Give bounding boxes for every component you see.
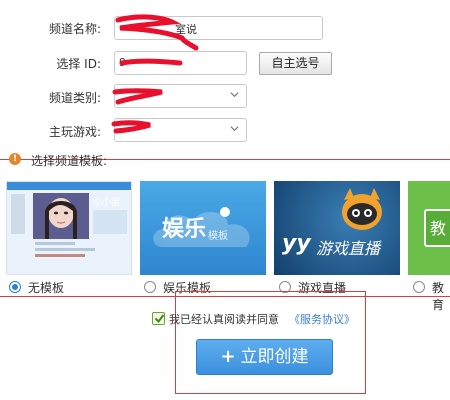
- service-agreement-link[interactable]: 《服务协议》: [289, 311, 355, 327]
- select-id-input[interactable]: 9: [114, 51, 247, 75]
- select-id-value: 9: [119, 56, 126, 69]
- thumb-caption: 小小蛋: [93, 198, 121, 208]
- channel-name-value: 室说: [175, 23, 197, 36]
- template-label-entertainment: 娱乐模板: [163, 281, 212, 295]
- select-id-label: 选择 ID:: [56, 57, 101, 71]
- chevron-down-icon: [230, 126, 239, 132]
- thumb-title: 娱乐: [162, 217, 207, 242]
- annotation-box-top: [175, 291, 366, 292]
- thumb-subtitle: 模板: [208, 231, 228, 242]
- thumb-title: 游戏直播: [316, 239, 381, 258]
- game-label: 主玩游戏:: [48, 125, 101, 139]
- radio-entertainment-template[interactable]: [144, 281, 156, 293]
- yy-brand: yy: [282, 231, 311, 256]
- annotation-line: [0, 296, 450, 297]
- chevron-down-icon: [230, 92, 239, 98]
- annotation-box-bottom: [175, 393, 366, 394]
- create-button-label: 立即创建: [240, 347, 309, 367]
- channel-name-label: 频道名称:: [48, 22, 101, 36]
- template-label-none: 无模板: [28, 281, 65, 295]
- radio-education-template[interactable]: [413, 281, 425, 293]
- templates-section-title: 选择频道模板:: [31, 154, 108, 168]
- category-select[interactable]: [114, 84, 247, 108]
- radio-no-template[interactable]: [9, 281, 21, 293]
- template-thumb-education[interactable]: 教: [408, 181, 450, 275]
- agree-text: 我已经认真阅读并同意: [169, 313, 279, 326]
- channel-name-input[interactable]: 室说: [114, 16, 323, 40]
- avatar: [33, 193, 89, 239]
- thumb-title: 教: [430, 219, 447, 238]
- category-label: 频道类别:: [48, 91, 101, 105]
- info-icon: !: [9, 153, 21, 165]
- annotation-box-left: [175, 291, 176, 394]
- create-now-button[interactable]: + 立即创建: [196, 339, 333, 375]
- template-thumb-none[interactable]: 小小蛋: [6, 181, 132, 275]
- agree-checkbox[interactable]: [152, 312, 165, 325]
- annotation-box-right: [365, 291, 366, 394]
- template-thumb-game-live[interactable]: yy 游戏直播: [274, 181, 400, 275]
- pick-id-button[interactable]: 自主选号: [259, 52, 332, 75]
- raccoon-mascot-icon: [342, 188, 382, 230]
- checkmark-icon: [154, 314, 165, 324]
- plus-icon: +: [220, 346, 236, 367]
- template-thumb-entertainment[interactable]: 娱乐 模板: [140, 181, 266, 275]
- game-select[interactable]: [114, 118, 247, 142]
- template-label-game-live: 游戏直播: [298, 281, 347, 295]
